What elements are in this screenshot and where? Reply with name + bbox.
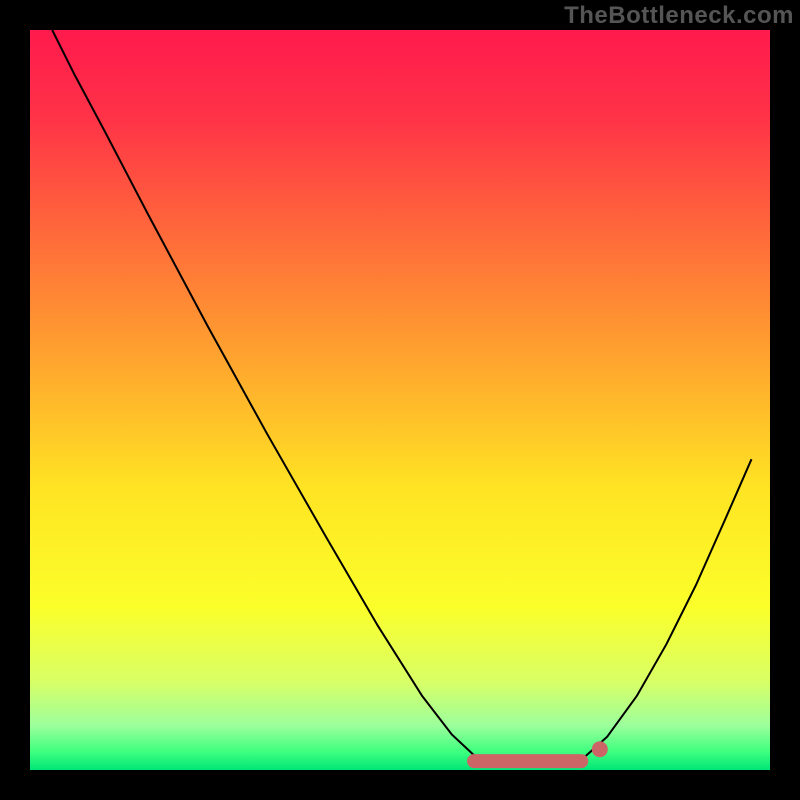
optimal-point-marker — [592, 741, 608, 757]
chart-container: TheBottleneck.com — [0, 0, 800, 800]
watermark-text: TheBottleneck.com — [564, 2, 794, 30]
bottleneck-chart — [0, 0, 800, 800]
